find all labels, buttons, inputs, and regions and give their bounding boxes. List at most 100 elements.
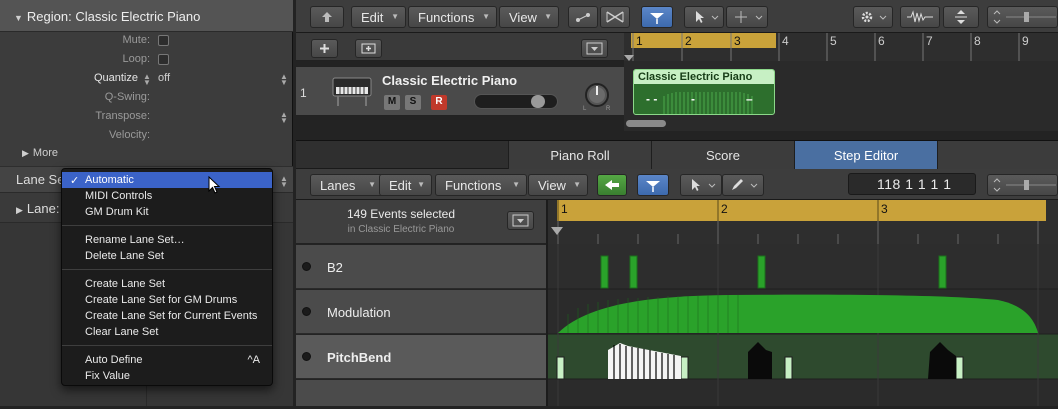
- menu-item-midi-controls[interactable]: MIDI Controls: [62, 188, 272, 204]
- lane-pitchbend[interactable]: PitchBend: [296, 335, 546, 379]
- menu-separator: [62, 269, 272, 270]
- menu-item-create-lane-set-current-events[interactable]: Create Lane Set for Current Events: [62, 308, 272, 324]
- lane-name: Modulation: [327, 305, 391, 320]
- volume-slider[interactable]: [474, 94, 558, 109]
- playhead-position-display[interactable]: 118 1 1 1 1: [848, 173, 976, 195]
- crossfade-button[interactable]: [600, 6, 630, 28]
- up-level-button[interactable]: [310, 6, 344, 28]
- editor-zoom-slider[interactable]: [987, 174, 1058, 196]
- chevron-down-icon: ▼: [368, 180, 376, 189]
- record-enable-button[interactable]: R: [431, 95, 447, 110]
- menu-item-label: GM Drum Kit: [85, 206, 149, 218]
- view-label: View: [509, 10, 537, 25]
- pointer-tool-button[interactable]: [684, 6, 724, 28]
- menu-separator: [62, 345, 272, 346]
- waveform-zoom-button[interactable]: [900, 6, 940, 28]
- menu-item-create-lane-set-gm-drums[interactable]: Create Lane Set for GM Drums: [62, 292, 272, 308]
- settings-button[interactable]: [853, 6, 893, 28]
- disclosure-triangle-icon[interactable]: ▼: [14, 13, 23, 23]
- menu-item-auto-define[interactable]: Auto Define ^A: [62, 352, 272, 368]
- view-menu-button[interactable]: View ▼: [499, 6, 559, 28]
- menu-item-automatic[interactable]: ✓ Automatic: [62, 172, 272, 188]
- mute-button[interactable]: M: [384, 95, 400, 110]
- tab-piano-roll[interactable]: Piano Roll: [508, 141, 651, 169]
- solo-button[interactable]: S: [405, 95, 421, 110]
- midi-in-button[interactable]: [597, 174, 627, 196]
- menu-item-create-lane-set[interactable]: Create Lane Set: [62, 276, 272, 292]
- track-header-toolbar: [296, 33, 624, 61]
- transpose-label: Transpose:: [95, 110, 150, 122]
- edit-label: Edit: [361, 10, 384, 25]
- chevron-down-icon: ▼: [417, 180, 425, 189]
- duplicate-track-button[interactable]: [355, 39, 382, 58]
- menu-item-clear-lane-set[interactable]: Clear Lane Set: [62, 324, 272, 340]
- chevron-down-icon: ▼: [512, 180, 520, 189]
- midi-thru-button[interactable]: [568, 6, 598, 28]
- pencil-tool-button[interactable]: [722, 174, 764, 196]
- catch-icon: [650, 13, 664, 24]
- step-editor-ruler[interactable]: 1 2 3: [548, 200, 1058, 244]
- pan-left-label: L: [583, 106, 587, 112]
- menu-item-fix-value[interactable]: Fix Value: [62, 368, 272, 384]
- menu-item-gm-drum-kit[interactable]: GM Drum Kit: [62, 204, 272, 220]
- param-row-quantize[interactable]: Quantize ▲ ▼ off ▲ ▼: [0, 72, 290, 91]
- quantize-stepper-icon[interactable]: ▲ ▼: [143, 73, 151, 87]
- param-row-mute: Mute:: [0, 34, 290, 53]
- add-track-button[interactable]: [311, 39, 338, 58]
- lane-modulation[interactable]: Modulation: [296, 290, 546, 334]
- arrange-ruler[interactable]: 1 2 3 4 5 6 7 8 9: [624, 33, 1058, 61]
- lane-options-button[interactable]: [507, 211, 534, 230]
- dots-connect-icon: [576, 13, 590, 22]
- menu-item-label: Auto Define: [85, 354, 143, 366]
- quantize-value[interactable]: off: [158, 72, 170, 84]
- tab-score[interactable]: Score: [651, 141, 794, 169]
- track-number: 1: [300, 86, 307, 100]
- editor-catch-button[interactable]: [637, 174, 669, 196]
- lane-toggle-icon[interactable]: [302, 352, 311, 361]
- gear-icon: [861, 11, 887, 23]
- menu-item-label: MIDI Controls: [85, 190, 153, 202]
- tab-empty: [937, 141, 1058, 169]
- tab-step-editor[interactable]: Step Editor: [794, 141, 937, 169]
- catch-button[interactable]: [641, 6, 673, 28]
- menu-item-rename-lane-set[interactable]: Rename Lane Set…: [62, 232, 272, 248]
- lane-toggle-icon[interactable]: [302, 307, 311, 316]
- step-events: [548, 244, 1058, 406]
- functions-menu-button[interactable]: Functions ▼: [408, 6, 497, 28]
- region-inspector-header[interactable]: ▼ Region: Classic Electric Piano: [0, 0, 293, 32]
- plus-icon: [320, 44, 329, 53]
- step-editor-grid[interactable]: [548, 244, 1058, 406]
- lane-toggle-icon[interactable]: [302, 262, 311, 271]
- track-name[interactable]: Classic Electric Piano: [382, 73, 517, 88]
- chevron-down-icon: ▼: [391, 12, 399, 21]
- lane-empty-area: [296, 380, 546, 406]
- menu-item-delete-lane-set[interactable]: Delete Lane Set: [62, 248, 272, 264]
- horizontal-zoom-slider[interactable]: [987, 6, 1058, 28]
- midi-region[interactable]: Classic Electric Piano - - - –: [633, 69, 775, 115]
- quantize-popup-icon[interactable]: ▲ ▼: [280, 73, 288, 87]
- lanes-menu-button[interactable]: Lanes ▼: [310, 174, 383, 196]
- vertical-zoom-button[interactable]: [943, 6, 979, 28]
- loop-checkbox[interactable]: [158, 54, 169, 65]
- volume-slider-thumb[interactable]: [531, 95, 545, 108]
- lane-set-popup-icon[interactable]: ▲ ▼: [280, 175, 288, 189]
- more-disclosure[interactable]: ▶ More: [0, 147, 293, 167]
- edit-menu-button[interactable]: Edit ▼: [351, 6, 406, 28]
- param-row-transpose[interactable]: Transpose: ▲ ▼: [0, 110, 290, 129]
- bar-number: 9: [1022, 34, 1029, 48]
- marquee-tool-button[interactable]: [726, 6, 768, 28]
- bar-number: 2: [685, 34, 692, 48]
- bar-number: 3: [734, 34, 741, 48]
- bar-number: 8: [974, 34, 981, 48]
- global-tracks-button[interactable]: [581, 39, 608, 58]
- editor-view-menu-button[interactable]: View ▼: [528, 174, 588, 196]
- editor-functions-menu-button[interactable]: Functions ▼: [435, 174, 527, 196]
- lane-set-menu: ✓ Automatic MIDI Controls GM Drum Kit Re…: [61, 168, 273, 386]
- mute-checkbox[interactable]: [158, 35, 169, 46]
- lane-b2[interactable]: B2: [296, 245, 546, 289]
- editor-pointer-tool-button[interactable]: [680, 174, 722, 196]
- editor-edit-menu-button[interactable]: Edit ▼: [379, 174, 432, 196]
- param-row-velocity: Velocity:: [0, 129, 290, 148]
- transpose-stepper-icon[interactable]: ▲ ▼: [280, 111, 288, 125]
- horizontal-scrollbar[interactable]: [626, 120, 666, 127]
